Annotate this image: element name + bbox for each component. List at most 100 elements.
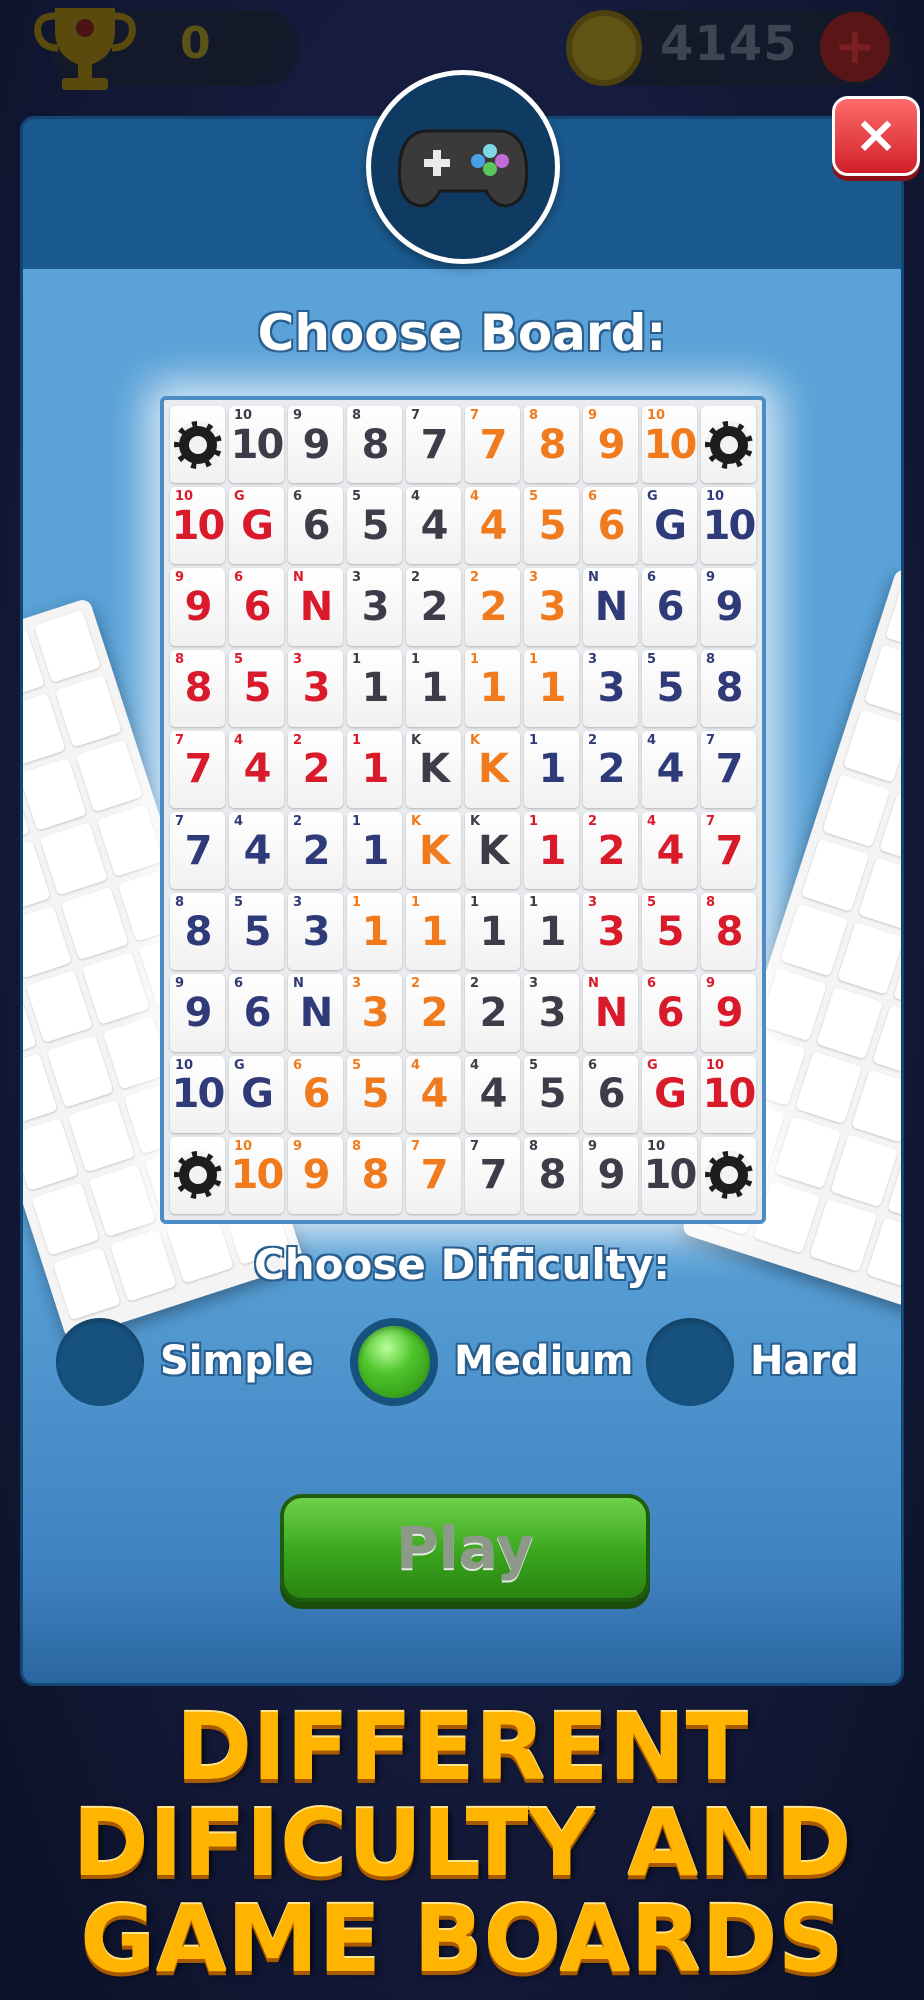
board-cell: 66	[642, 974, 697, 1052]
cell-rank-label: 6	[243, 583, 272, 630]
cell-corner-label: 6	[293, 489, 303, 505]
cell-corner-label: K	[411, 732, 422, 748]
cell-corner-label: 1	[529, 732, 539, 748]
cell-corner-label: 2	[293, 813, 303, 829]
preview-tile	[885, 580, 901, 654]
cell-rank-label: 3	[302, 665, 331, 712]
preview-tile	[857, 857, 901, 931]
cell-corner-label: 7	[175, 813, 185, 829]
add-coins-button[interactable]: +	[820, 12, 890, 82]
difficulty-hard[interactable]: Hard	[646, 1318, 886, 1408]
board-cell: GG	[229, 1055, 284, 1133]
board-cell: 33	[347, 568, 402, 646]
board-cell: KK	[465, 811, 520, 890]
cell-rank-label: 10	[171, 1071, 226, 1118]
cell-rank-label: G	[241, 502, 274, 549]
difficulty-medium-label: Medium	[454, 1338, 634, 1384]
cell-rank-label: 5	[538, 502, 567, 549]
cell-corner-label: 9	[175, 976, 185, 992]
cell-corner-label: 1	[529, 651, 539, 667]
cell-rank-label: 9	[715, 989, 744, 1036]
preview-tile	[822, 774, 890, 848]
board-cell: 77	[170, 730, 225, 808]
cell-rank-label: 2	[302, 746, 331, 793]
game-board-selected[interactable]: 10 10 9 9 8 8 7 7 7 7 8 8 9 9 10 10 10 10 G G 6 6 5 5 4 4 4 4 5 5 6 6 G G…	[160, 396, 766, 1224]
cell-rank-label: 7	[420, 1152, 449, 1199]
board-cell: 11	[465, 893, 520, 971]
board-cell: 33	[288, 893, 343, 971]
cell-rank-label: 2	[302, 827, 331, 874]
cell-corner-label: 3	[529, 976, 539, 992]
cell-corner-label: 10	[175, 489, 194, 505]
corner-chip-cell	[701, 1136, 756, 1214]
difficulty-hard-radio[interactable]	[646, 1318, 734, 1406]
board-cell: 22	[583, 811, 638, 890]
cell-rank-label: 4	[656, 827, 685, 874]
poker-chip-icon	[173, 420, 222, 469]
difficulty-simple[interactable]: Simple	[56, 1318, 316, 1408]
board-cell: 11	[347, 649, 402, 727]
preview-tile	[96, 804, 164, 878]
cell-rank-label: 8	[361, 421, 390, 468]
preview-tile	[75, 739, 143, 813]
cell-rank-label: 5	[243, 665, 272, 712]
cell-rank-label: 10	[643, 1152, 698, 1199]
cell-corner-label: 10	[647, 408, 666, 423]
board-cell: 10 10	[229, 406, 284, 484]
cell-rank-label: 1	[361, 665, 390, 712]
board-cell: KK	[406, 730, 461, 808]
cell-rank-label: 4	[479, 1071, 508, 1118]
poker-chip-icon	[704, 1151, 753, 1200]
board-cell: 55	[229, 649, 284, 727]
cell-rank-label: 9	[184, 989, 213, 1036]
cell-corner-label: 7	[411, 1138, 421, 1154]
cell-rank-label: 9	[302, 421, 331, 468]
coin-icon	[566, 10, 642, 86]
board-cell: 22	[406, 568, 461, 646]
cell-rank-label: 1	[361, 746, 390, 793]
preview-tile	[864, 644, 901, 718]
board-cell: 99	[288, 406, 343, 484]
cell-corner-label: 4	[234, 732, 244, 748]
cell-rank-label: 9	[715, 583, 744, 630]
board-cell: 10 10	[170, 1055, 226, 1133]
board-cell: 88	[170, 893, 225, 971]
board-cell: 55	[347, 1055, 402, 1133]
cell-rank-label: 1	[538, 746, 567, 793]
preview-tile	[60, 887, 129, 961]
board-cell: 99	[701, 568, 756, 646]
cell-rank-label: 1	[479, 908, 508, 955]
board-cell: 22	[465, 568, 520, 646]
cell-corner-label: 7	[470, 408, 480, 423]
cell-corner-label: G	[647, 489, 658, 505]
board-cell: 55	[524, 1055, 579, 1133]
difficulty-medium[interactable]: Medium	[350, 1318, 640, 1408]
preview-tile	[759, 968, 827, 1042]
cell-rank-label: 3	[597, 908, 626, 955]
board-grid: 10 10 9 9 8 8 7 7 7 7 8 8 9 9 10 10 10 10 G G 6 6 5 5 4 4 4 4 5 5 6 6 G G…	[170, 406, 756, 1214]
cell-rank-label: 1	[479, 665, 508, 712]
close-button[interactable]: ×	[832, 96, 920, 176]
cell-rank-label: G	[654, 502, 687, 549]
board-cell: 99	[170, 974, 225, 1052]
cell-rank-label: 7	[184, 746, 213, 793]
cell-corner-label: 8	[175, 651, 185, 667]
cell-corner-label: K	[470, 732, 481, 748]
board-cell: 77	[701, 811, 756, 890]
preview-tile	[39, 822, 108, 896]
preview-tile	[67, 1099, 135, 1173]
coin-count: 4145	[660, 16, 798, 72]
board-cell: KK	[406, 811, 461, 890]
difficulty-medium-radio[interactable]	[350, 1318, 438, 1406]
cell-corner-label: 8	[175, 895, 185, 911]
cell-corner-label: 6	[588, 489, 598, 505]
board-cell: 11	[406, 649, 461, 727]
board-cell: 44	[642, 811, 697, 890]
board-cell: 10 10	[701, 1055, 756, 1133]
cell-corner-label: 7	[706, 732, 716, 748]
difficulty-simple-radio[interactable]	[56, 1318, 144, 1406]
corner-chip-cell	[701, 406, 756, 484]
board-cell: GG	[642, 1055, 697, 1133]
board-cell: 44	[406, 1055, 461, 1133]
play-button[interactable]: Play	[280, 1494, 650, 1602]
